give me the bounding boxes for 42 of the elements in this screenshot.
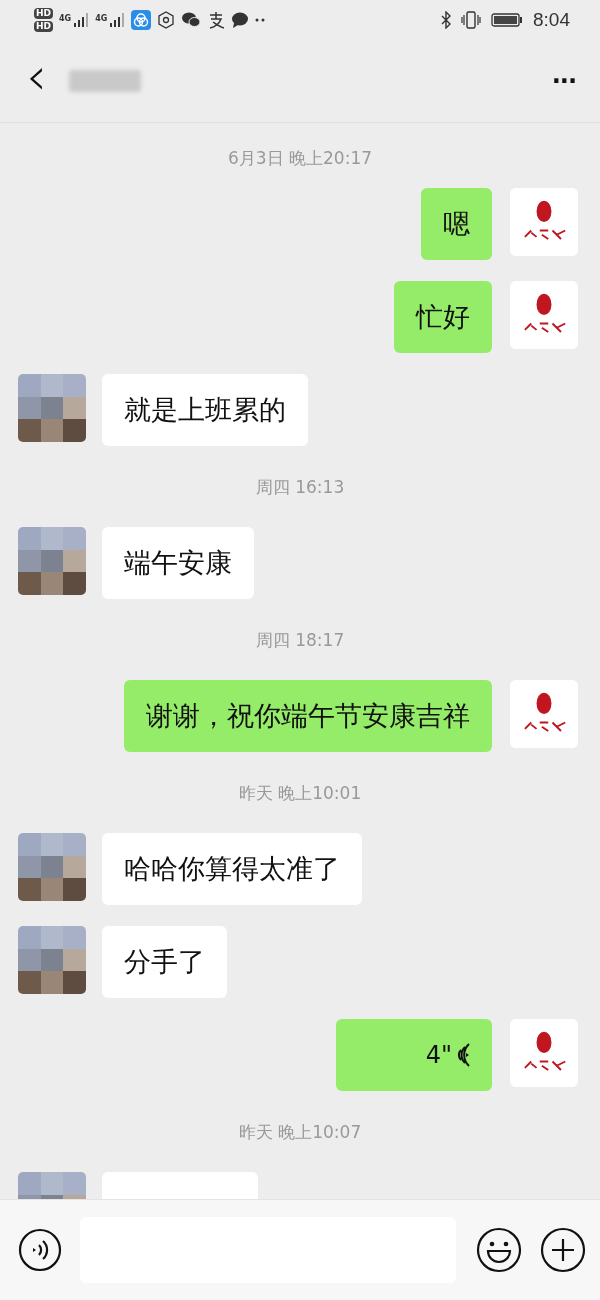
speech-bubble-icon	[231, 11, 250, 29]
network-label: 4G	[95, 14, 108, 23]
more-icon	[255, 18, 266, 22]
hexagon-icon	[157, 11, 176, 29]
timestamp: 昨天 晚上10:01	[238, 782, 362, 805]
plus-icon[interactable]	[540, 1227, 586, 1273]
signal-icon	[73, 12, 90, 28]
emoji-icon[interactable]	[476, 1227, 522, 1273]
logo-avatar	[510, 680, 578, 748]
logo-avatar	[510, 188, 578, 256]
blurred-avatar	[18, 527, 86, 595]
blurred-avatar	[18, 374, 86, 442]
network-label: 4G	[59, 14, 72, 23]
voice-input-icon[interactable]	[18, 1228, 62, 1272]
logo-avatar	[510, 281, 578, 349]
signal-icon	[109, 12, 126, 28]
voice-message[interactable]: 4"	[336, 1019, 492, 1091]
sent-message: 嗯	[421, 188, 492, 260]
blurred-avatar	[18, 833, 86, 901]
back-button[interactable]: ‹	[16, 50, 57, 112]
chat-bubbles-icon	[181, 11, 202, 29]
timestamp: 6月3日 晚上20:17	[228, 147, 372, 170]
sim-label: HD	[34, 21, 53, 32]
received-message: 哈哈你算得太准了	[102, 833, 362, 905]
received-message: 端午安康	[102, 527, 254, 599]
more-button[interactable]: ···	[545, 66, 582, 96]
received-message: 就是上班累的	[102, 374, 308, 446]
timestamp: 周四 16:13	[255, 476, 345, 499]
logo-avatar	[510, 1019, 578, 1087]
received-message: 分手了	[102, 926, 227, 998]
pay-icon	[207, 11, 226, 29]
timestamp: 周四 18:17	[255, 629, 345, 652]
sent-message: 谢谢，祝你端午节安康吉祥	[124, 680, 492, 752]
vibrate-icon	[461, 10, 481, 30]
timestamp: 昨天 晚上10:07	[238, 1121, 362, 1144]
sim-label: HD	[34, 8, 53, 19]
clock-time: 8:04	[533, 9, 570, 31]
battery-icon	[491, 12, 523, 28]
bluetooth-icon	[441, 11, 451, 29]
sent-message: 忙好	[394, 281, 492, 353]
blurred-avatar	[18, 926, 86, 994]
app-icon	[131, 10, 152, 30]
